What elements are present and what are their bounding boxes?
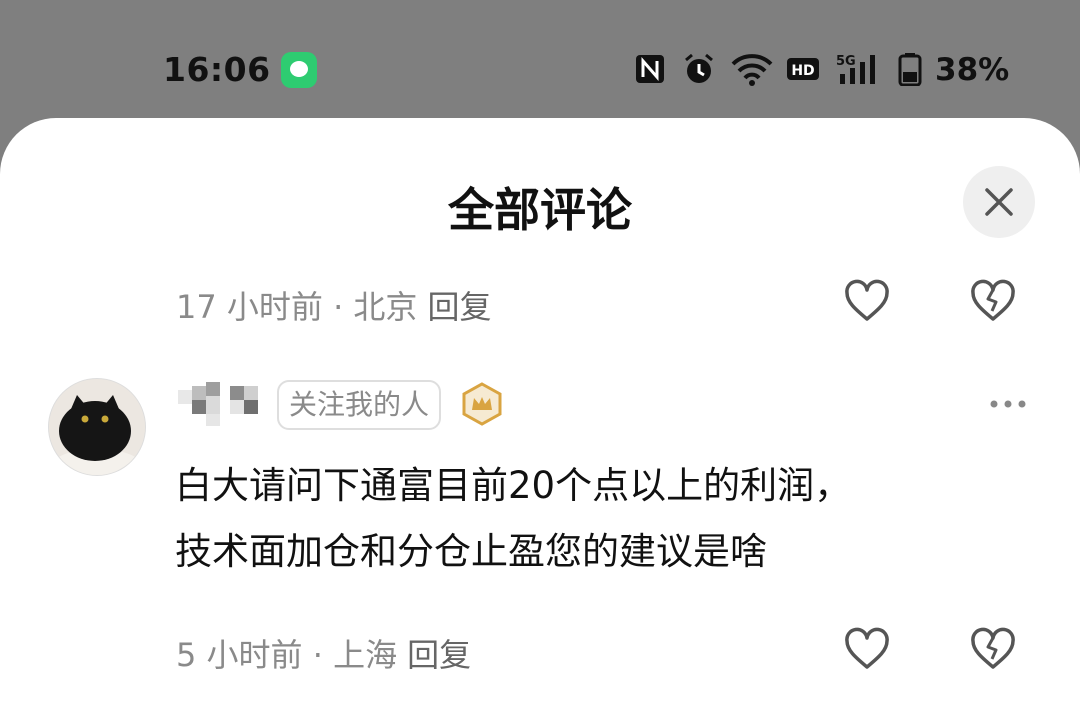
like-heart-icon[interactable] [842, 624, 892, 674]
status-bar: 16:06 HD 5G 38% [0, 0, 1080, 118]
close-icon [985, 188, 1013, 216]
reply-button[interactable]: 回复 [407, 636, 471, 674]
cat-image [49, 379, 145, 475]
comment-text-line: 技术面加仓和分仓止盈您的建议是啥 [175, 530, 767, 573]
more-options-icon[interactable] [988, 394, 1028, 414]
crown-badge-icon [462, 382, 502, 426]
pixelated-username[interactable] [178, 382, 266, 430]
dislike-broken-heart-icon[interactable] [968, 276, 1018, 326]
dislike-broken-heart-icon[interactable] [968, 624, 1018, 674]
hd-icon: HD [787, 58, 819, 80]
svg-text:5G: 5G [836, 54, 856, 69]
close-button[interactable] [963, 166, 1035, 238]
comment-meta: 17 小时前 · 北京 回复 [176, 282, 491, 328]
comment-time: 5 小时前 [176, 636, 303, 674]
comment-location: 上海 [333, 636, 398, 674]
wifi-icon [731, 54, 773, 86]
reply-button[interactable]: 回复 [427, 288, 491, 326]
5g-signal-icon: 5G [836, 54, 875, 84]
meta-separator: · [322, 288, 354, 326]
comment-text: 白大请问下通富目前20个点以上的利润， 技术面加仓和分仓止盈您的建议是啥 [175, 453, 1015, 585]
svg-text:HD: HD [791, 63, 814, 79]
comment-time: 17 小时前 [176, 288, 323, 326]
battery-icon [898, 53, 922, 86]
message-app-icon [281, 52, 317, 88]
alarm-icon [685, 53, 713, 83]
status-time: 16:06 [163, 50, 271, 89]
black-cat-avatar[interactable] [48, 378, 146, 476]
meta-separator: · [302, 636, 334, 674]
comment-text-line: 白大请问下通富目前20个点以上的利润， [175, 464, 852, 507]
like-heart-icon[interactable] [842, 276, 892, 326]
comment-meta: 5 小时前 · 上海 回复 [176, 630, 471, 676]
battery-percent: 38% [935, 52, 1010, 88]
nfc-icon [636, 55, 664, 83]
follower-tag: 关注我的人 [277, 380, 442, 430]
sheet-title: 全部评论 [448, 183, 632, 237]
comments-sheet: 全部评论 17 小时前 · 北京 回复 关注我的人 白大请问下通富目前20个点以… [0, 118, 1080, 718]
comment-location: 北京 [353, 288, 418, 326]
